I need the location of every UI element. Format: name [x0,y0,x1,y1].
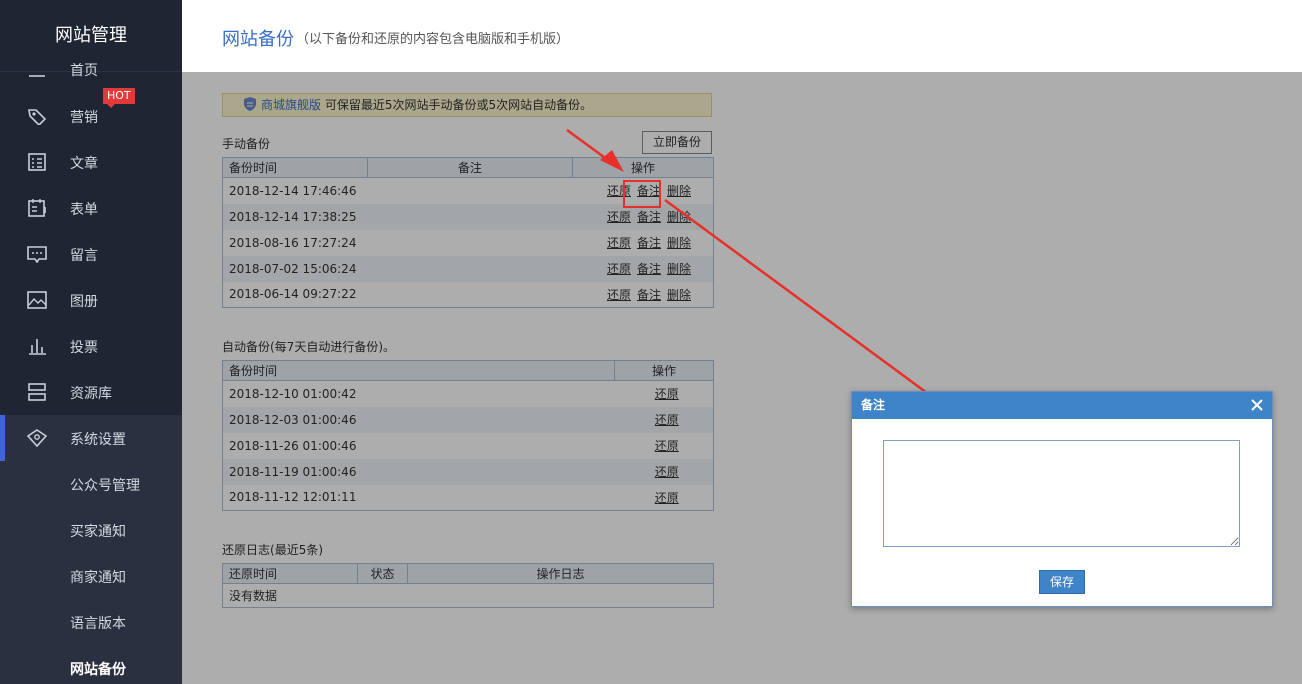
close-icon[interactable] [1250,398,1264,412]
resource-icon [28,383,46,401]
sidebar-item-marketing[interactable]: 营销 [0,93,182,139]
sidebar-subitem-buyer-notice[interactable]: 买家通知 [0,507,182,553]
sidebar-item-vote[interactable]: 投票 [0,323,182,369]
sidebar-item-form[interactable]: 表单 [0,185,182,231]
annotation-highlight-box [623,180,661,208]
dialog-header: 备注 [852,392,1272,419]
sidebar-subitem-language[interactable]: 语言版本 [0,599,182,645]
remark-dialog: 备注 保存 [851,391,1273,607]
sidebar-item-label: 文章 [70,156,98,172]
sidebar-item-label: 营销 [70,110,98,126]
sidebar-subitem-label: 买家通知 [70,524,126,540]
save-button[interactable]: 保存 [1039,570,1085,594]
sidebar-item-home[interactable]: 首页 [0,50,182,80]
sidebar-subitem-wechat[interactable]: 公众号管理 [0,461,182,507]
sidebar-item-article[interactable]: 文章 [0,139,182,185]
page-title: 网站备份 [222,29,294,50]
page-subtitle: （以下备份和还原的内容包含电脑版和手机版） [296,32,570,47]
sidebar-subitem-label: 网站备份 [70,662,126,678]
sidebar-item-label: 系统设置 [70,432,126,448]
sidebar-subitem-backup[interactable]: 网站备份 [0,645,182,684]
settings-icon [26,429,48,447]
sidebar-item-label: 图册 [70,294,98,310]
article-icon [28,153,46,171]
gallery-icon [27,291,47,309]
sidebar-item-settings[interactable]: 系统设置 [0,415,182,461]
remark-textarea[interactable] [883,440,1240,547]
sidebar-item-label: 留言 [70,248,98,264]
sidebar-item-label: 表单 [70,202,98,218]
sidebar-item-gallery[interactable]: 图册 [0,277,182,323]
sidebar-item-label: 首页 [70,63,98,79]
sidebar-subitem-label: 公众号管理 [70,478,140,494]
sidebar-subitem-label: 语言版本 [70,616,126,632]
sidebar-item-resource[interactable]: 资源库 [0,369,182,415]
hot-badge: HOT [103,88,135,108]
message-icon [27,246,47,263]
form-icon [28,199,46,217]
sidebar-subitem-merchant-notice[interactable]: 商家通知 [0,553,182,599]
page-header: 网站备份 （以下备份和还原的内容包含电脑版和手机版） [182,0,1302,72]
vote-icon [29,339,46,355]
sidebar-item-label: 投票 [70,340,98,356]
sidebar-subitem-label: 商家通知 [70,570,126,586]
sidebar: 网站管理 首页 营销 文章 表单 留言 图册 投票 资源库 系统设置 公众号管理… [0,0,182,684]
sidebar-item-label: 资源库 [70,386,112,402]
dialog-title: 备注 [861,398,886,412]
sidebar-item-message[interactable]: 留言 [0,231,182,277]
tag-icon [28,109,47,125]
home-icon [29,75,45,77]
